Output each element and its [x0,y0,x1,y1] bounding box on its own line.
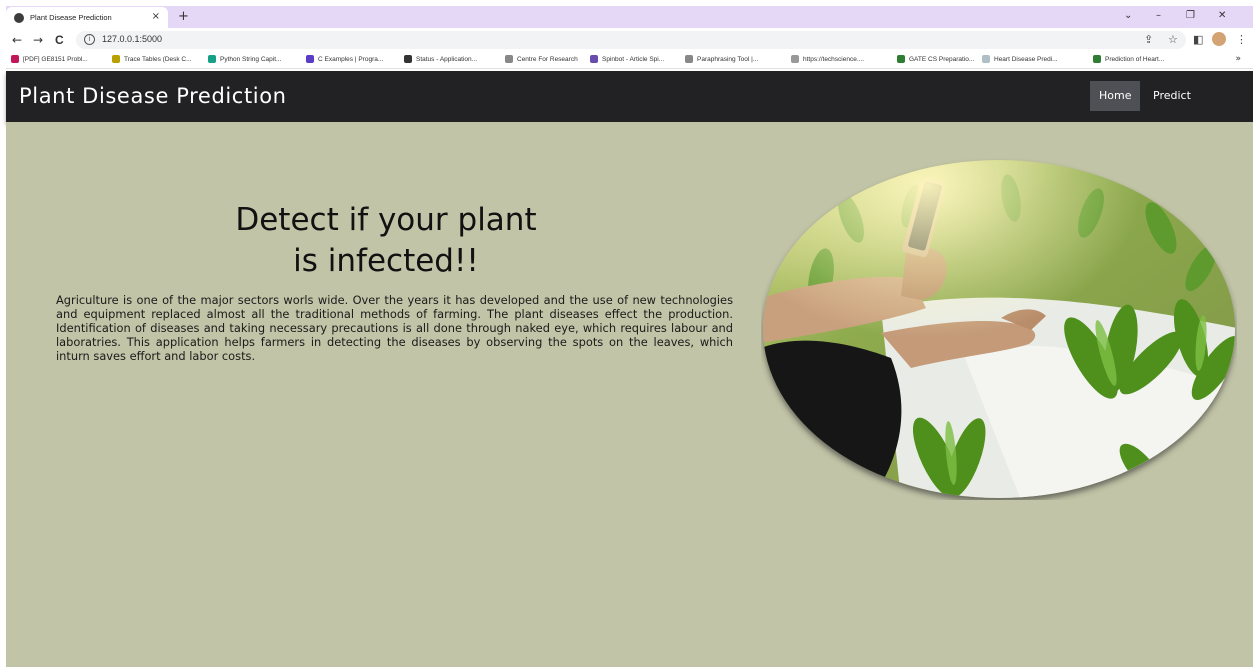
bookmark-star-icon[interactable]: ☆ [1168,33,1178,47]
address-bar[interactable]: i 127.0.0.1:5000 ⇪ ☆ [76,31,1186,49]
nav-link-predict[interactable]: Predict [1144,81,1200,111]
reload-button[interactable]: C [55,32,64,48]
bookmark-label: GATE CS Preparatio... [909,55,975,63]
browser-tab-strip: Plant Disease Prediction × + ⌄ – ❐ ✕ [6,6,1253,28]
bookmark-favicon-icon [404,55,412,63]
browser-tab[interactable]: Plant Disease Prediction × [6,7,168,28]
bookmarks-overflow-icon[interactable]: » [1235,54,1241,64]
back-button[interactable]: ← [12,32,22,48]
bookmark-item[interactable]: C Examples | Progra... [306,55,383,63]
headline-line-1: Detect if your plant [235,202,537,238]
bookmark-label: Paraphrasing Tool |... [697,55,759,63]
hero-section: Detect if your plant is infected!! Agric… [6,122,1253,667]
bookmark-favicon-icon [791,55,799,63]
bookmark-item[interactable]: [PDF] GE8151 Probl... [11,55,88,63]
hero-headline: Detect if your plant is infected!! [136,200,636,282]
bookmark-label: Prediction of Heart... [1105,55,1165,63]
intro-paragraph: Agriculture is one of the major sectors … [56,293,733,363]
restore-button[interactable]: ❐ [1186,9,1195,23]
bookmark-favicon-icon [590,55,598,63]
bookmark-label: Python String Capit... [220,55,282,63]
bookmark-item[interactable]: Heart Disease Predi... [982,55,1058,63]
close-window-button[interactable]: ✕ [1218,9,1226,23]
globe-icon [14,12,24,23]
site-brand[interactable]: Plant Disease Prediction [19,84,287,108]
bookmark-favicon-icon [982,55,990,63]
url-text[interactable]: 127.0.0.1:5000 [102,34,162,44]
bookmark-favicon-icon [897,55,905,63]
site-navbar: Plant Disease Prediction Home Predict [6,71,1253,122]
bookmark-label: [PDF] GE8151 Probl... [23,55,88,63]
bookmark-favicon-icon [112,55,120,63]
bookmark-label: Status - Application... [416,55,478,63]
plant-photo [763,160,1235,498]
bookmark-label: Trace Tables (Desk C... [124,55,192,63]
nav-link-home[interactable]: Home [1090,81,1141,111]
forward-button[interactable]: → [33,32,43,48]
bookmark-item[interactable]: Centre For Research [505,55,578,63]
bookmark-label: C Examples | Progra... [318,55,384,63]
bookmark-favicon-icon [1093,55,1101,63]
bookmark-item[interactable]: Paraphrasing Tool |... [685,55,758,63]
bookmark-item[interactable]: Python String Capit... [208,55,281,63]
bookmark-item[interactable]: Prediction of Heart... [1093,55,1164,63]
bookmark-label: Spinbot - Article Spi... [602,55,665,63]
bookmark-item[interactable]: Status - Application... [404,55,477,63]
bookmark-item[interactable]: GATE CS Preparatio... [897,55,974,63]
bookmark-favicon-icon [11,55,19,63]
tab-search-icon[interactable]: ⌄ [1124,9,1132,23]
bookmark-item[interactable]: Trace Tables (Desk C... [112,55,192,63]
tab-title: Plant Disease Prediction [30,13,112,22]
bookmark-label: https://techscience.... [803,55,865,63]
bookmarks-bar: » [PDF] GE8151 Probl... Trace Tables (Des… [6,52,1253,69]
bookmark-favicon-icon [505,55,513,63]
minimize-button[interactable]: – [1156,9,1161,23]
bookmark-favicon-icon [306,55,314,63]
bookmark-label: Heart Disease Predi... [994,55,1058,63]
side-panel-icon[interactable]: ◧ [1193,33,1203,47]
bookmark-label: Centre For Research [517,55,578,63]
share-icon[interactable]: ⇪ [1144,33,1153,47]
headline-line-2: is infected!! [293,243,479,279]
bookmark-favicon-icon [685,55,693,63]
new-tab-button[interactable]: + [178,8,189,25]
address-bar-row: ← → C i 127.0.0.1:5000 ⇪ ☆ ◧ ⋮ [6,28,1253,52]
bookmark-item[interactable]: Spinbot - Article Spi... [590,55,664,63]
browser-menu-icon[interactable]: ⋮ [1236,33,1247,47]
bookmark-favicon-icon [208,55,216,63]
tab-close-icon[interactable]: × [152,11,160,23]
profile-avatar[interactable] [1212,32,1226,46]
site-info-icon[interactable]: i [84,34,95,45]
bookmark-item[interactable]: https://techscience.... [791,55,864,63]
